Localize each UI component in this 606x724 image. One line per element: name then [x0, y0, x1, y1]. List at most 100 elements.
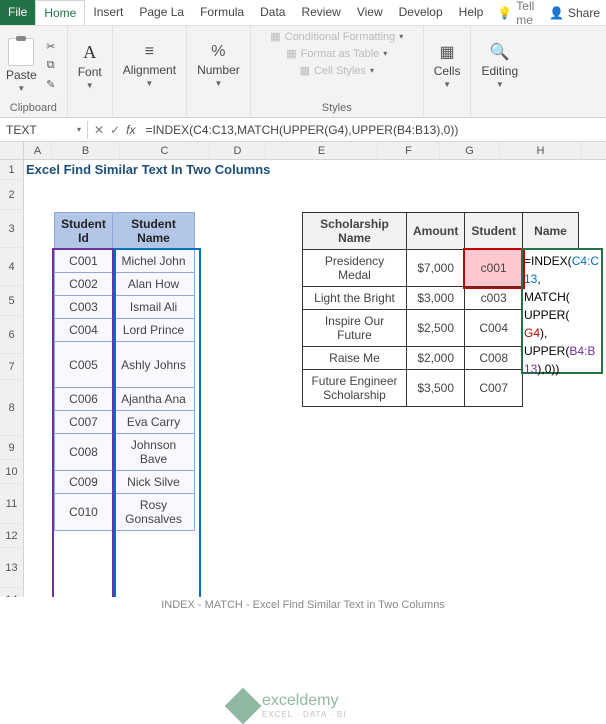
tab-insert[interactable]: Insert — [85, 0, 131, 25]
row-header-8[interactable]: 8 — [0, 380, 24, 436]
col-header-a[interactable]: A — [24, 142, 52, 159]
select-all-corner[interactable] — [0, 142, 24, 159]
table-row[interactable]: C009Nick Silve — [55, 471, 195, 494]
row-header-3[interactable]: 3 — [0, 210, 24, 248]
cancel-icon[interactable]: ✕ — [94, 123, 104, 137]
align-icon: ≡ — [145, 43, 154, 61]
conditional-formatting-button[interactable]: ▦Conditional Formatting▾ — [270, 30, 403, 43]
tab-developer[interactable]: Develop — [391, 0, 451, 25]
chevron-down-icon: ▼ — [17, 84, 25, 93]
tab-formulas[interactable]: Formula — [192, 0, 252, 25]
chevron-down-icon: ▼ — [214, 79, 222, 88]
cells-button[interactable]: ▦Cells▼ — [430, 40, 465, 91]
row-header-11[interactable]: 11 — [0, 484, 24, 524]
tell-me-box[interactable]: 💡 Tell me — [491, 0, 549, 25]
col-header-d[interactable]: D — [210, 142, 266, 159]
watermark-text: exceldemy — [262, 692, 346, 710]
row-header-9[interactable]: 9 — [0, 436, 24, 460]
group-number: %Number▼ — [187, 26, 251, 117]
share-icon: 👤 — [549, 6, 564, 20]
name-box-value: TEXT — [6, 123, 37, 137]
col-header-b[interactable]: B — [52, 142, 120, 159]
watermark: exceldemy EXCEL · DATA · BI — [230, 692, 346, 719]
fx-icon[interactable]: fx — [126, 123, 135, 137]
paste-button[interactable]: Paste ▼ — [6, 38, 37, 93]
clipboard-label: Clipboard — [10, 101, 57, 115]
students-table: Student Id Student Name C001Michel John … — [54, 212, 195, 531]
table-row[interactable]: C003Ismail Ali — [55, 296, 195, 319]
number-button[interactable]: %Number▼ — [193, 41, 244, 90]
table-row[interactable]: C005Ashly Johns — [55, 342, 195, 388]
table-row[interactable]: C006Ajantha Ana — [55, 388, 195, 411]
cut-button[interactable]: ✂ — [41, 38, 61, 56]
table-row[interactable]: C007Eva Carry — [55, 411, 195, 434]
tab-data[interactable]: Data — [252, 0, 293, 25]
page-title: Excel Find Similar Text In Two Columns — [26, 162, 270, 177]
row-header-12[interactable]: 12 — [0, 524, 24, 548]
paste-label: Paste — [6, 68, 37, 82]
row-header-2[interactable]: 2 — [0, 180, 24, 210]
formula-bar: TEXT ▾ ✕ ✓ fx =INDEX(C4:C13,MATCH(UPPER(… — [0, 118, 606, 142]
table-row[interactable]: C010Rosy Gonsalves — [55, 494, 195, 531]
format-painter-button[interactable]: ✎ — [41, 76, 61, 94]
lightbulb-icon: 💡 — [497, 6, 512, 20]
row-header-5[interactable]: 5 — [0, 286, 24, 316]
row-header-1[interactable]: 1 — [0, 160, 24, 180]
row-header-10[interactable]: 10 — [0, 460, 24, 484]
formula-input[interactable]: =INDEX(C4:C13,MATCH(UPPER(G4),UPPER(B4:B… — [141, 121, 606, 139]
tell-me-label: Tell me — [516, 0, 549, 27]
tab-file[interactable]: File — [0, 0, 35, 25]
share-button[interactable]: 👤 Share — [549, 0, 606, 25]
alignment-button[interactable]: ≡Alignment▼ — [119, 41, 180, 90]
editing-button[interactable]: 🔍Editing▼ — [477, 40, 522, 91]
chevron-down-icon: ▼ — [443, 80, 451, 89]
enter-icon[interactable]: ✓ — [110, 123, 120, 137]
group-alignment: ≡Alignment▼ — [113, 26, 187, 117]
tab-view[interactable]: View — [349, 0, 391, 25]
row-header-6[interactable]: 6 — [0, 316, 24, 354]
row-header-7[interactable]: 7 — [0, 354, 24, 380]
group-editing: 🔍Editing▼ — [471, 26, 528, 117]
find-icon: 🔍 — [490, 42, 510, 62]
table-row[interactable]: C002Alan How — [55, 273, 195, 296]
table-header-row: Scholarship Name Amount Student Name — [303, 213, 579, 250]
chevron-down-icon: ▼ — [496, 80, 504, 89]
table-header-row: Student Id Student Name — [55, 213, 195, 250]
header-student-name: Student Name — [113, 213, 195, 250]
cell-styles-icon: ▦ — [300, 64, 310, 77]
font-button[interactable]: AFont▼ — [74, 40, 106, 92]
row-header-4[interactable]: 4 — [0, 248, 24, 286]
tab-page-layout[interactable]: Page La — [131, 0, 192, 25]
col-header-e[interactable]: E — [266, 142, 378, 159]
col-header-f[interactable]: F — [378, 142, 440, 159]
format-as-table-button[interactable]: ▦Format as Table▾ — [286, 47, 387, 60]
col-header-g[interactable]: G — [440, 142, 500, 159]
copy-button[interactable]: ⧉ — [41, 57, 61, 75]
table-row[interactable]: C004Lord Prince — [55, 319, 195, 342]
cell-styles-button[interactable]: ▦Cell Styles▾ — [300, 64, 374, 77]
col-header-c[interactable]: C — [120, 142, 210, 159]
header-student-id: Student Id — [55, 213, 113, 250]
name-box[interactable]: TEXT ▾ — [0, 121, 88, 139]
header-scholarship-name: Scholarship Name — [303, 213, 407, 250]
tab-help[interactable]: Help — [451, 0, 492, 25]
cell-g4[interactable]: c001 — [465, 250, 523, 287]
cond-format-icon: ▦ — [270, 30, 280, 43]
font-letter-icon: A — [83, 42, 96, 63]
table-row[interactable]: C001Michel John — [55, 250, 195, 273]
row-header-13[interactable]: 13 — [0, 548, 24, 588]
group-styles: ▦Conditional Formatting▾ ▦Format as Tabl… — [251, 26, 424, 117]
paste-icon — [8, 38, 34, 66]
col-header-h[interactable]: H — [500, 142, 582, 159]
share-label: Share — [568, 6, 600, 20]
group-font: AFont▼ — [68, 26, 113, 117]
tab-review[interactable]: Review — [293, 0, 348, 25]
chevron-down-icon: ▼ — [86, 81, 94, 90]
ribbon: Paste ▼ ✂ ⧉ ✎ Clipboard AFont▼ ≡Alignmen… — [0, 26, 606, 118]
table-row[interactable]: C008Johnson Bave — [55, 434, 195, 471]
cell-h4-formula[interactable]: =INDEX(C4:C13, MATCH( UPPER( G4), UPPER(… — [524, 252, 602, 378]
worksheet[interactable]: 1 2 3 4 5 6 7 8 9 10 11 12 13 14 Excel F… — [0, 160, 606, 613]
tab-home[interactable]: Home — [35, 0, 85, 25]
styles-label: Styles — [322, 101, 352, 115]
header-amount: Amount — [407, 213, 465, 250]
